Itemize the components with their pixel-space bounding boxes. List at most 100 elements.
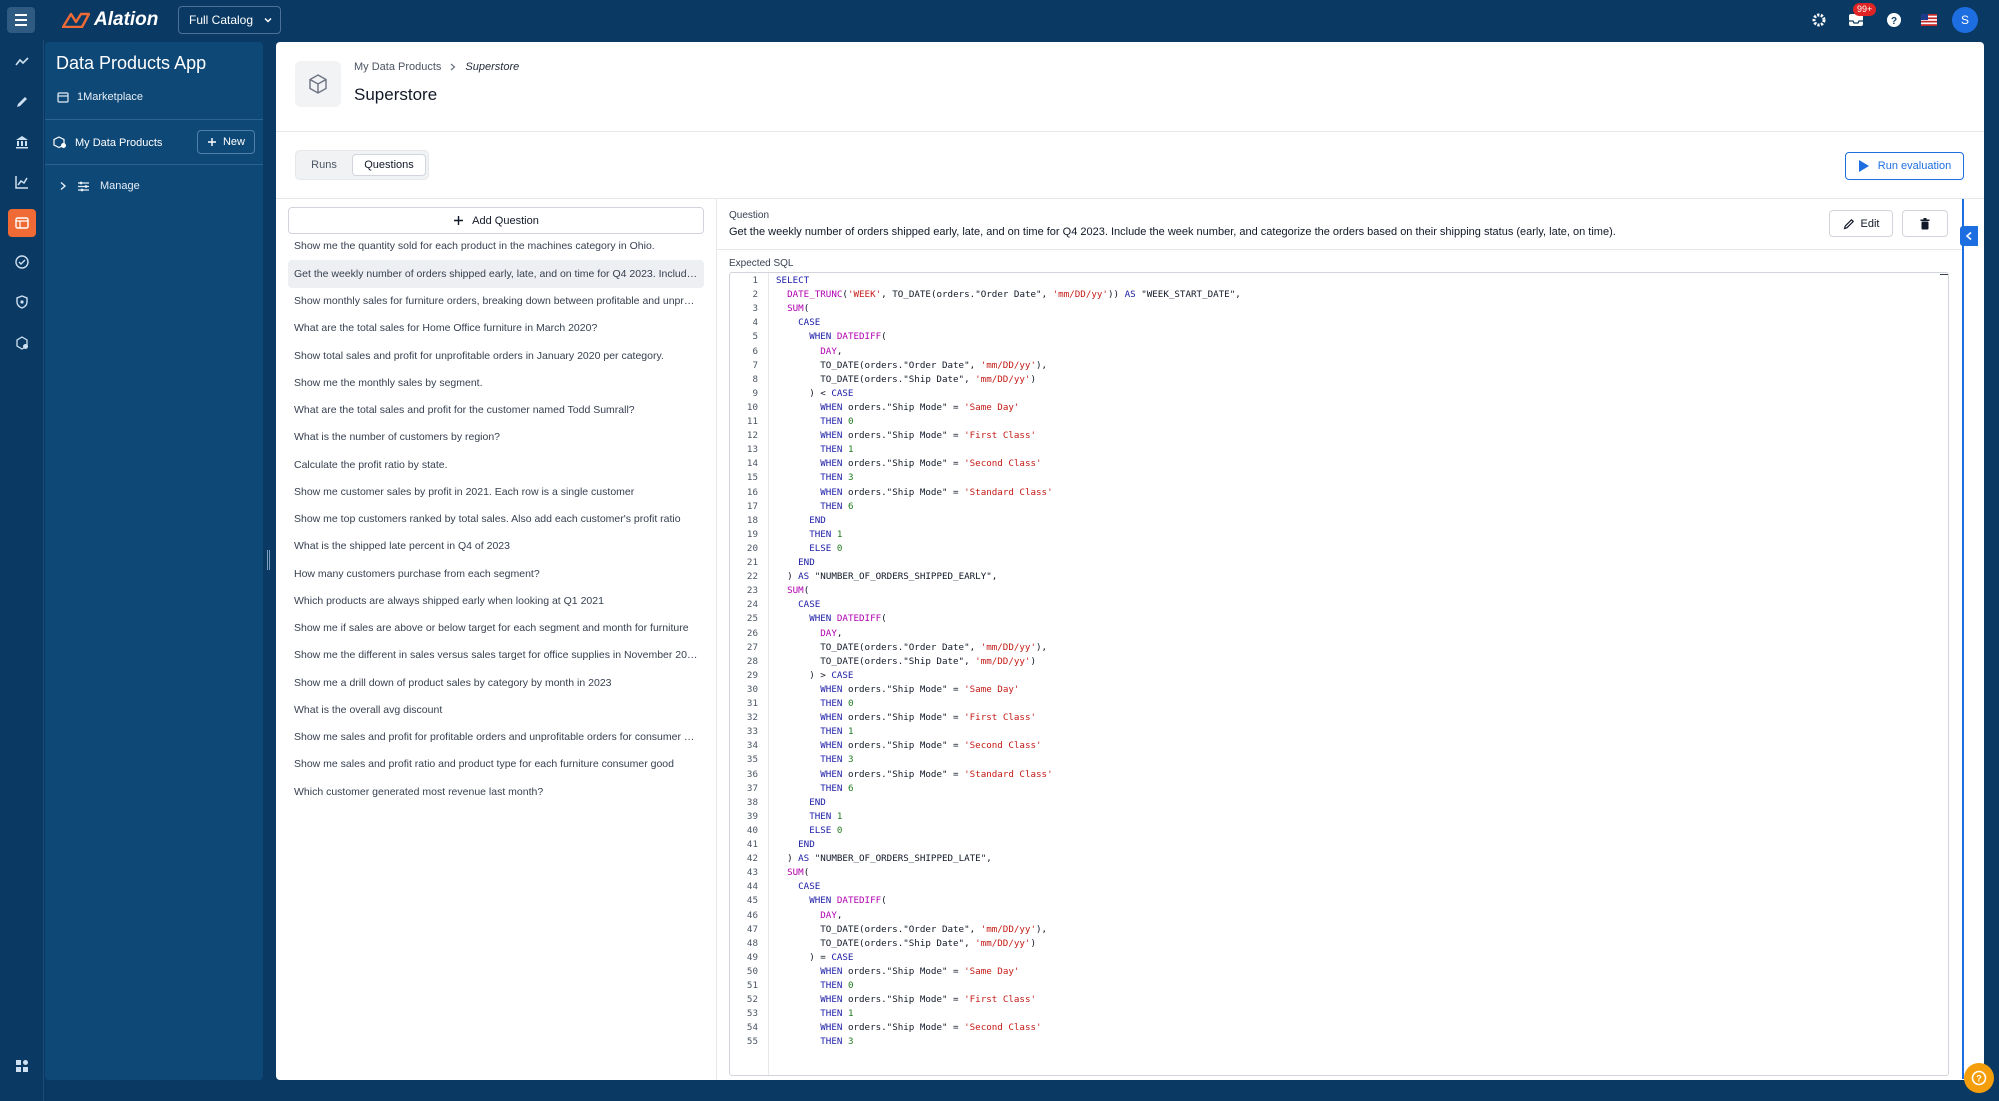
add-question-button[interactable]: Add Question xyxy=(288,207,704,234)
code-text: SUM( xyxy=(787,867,810,879)
line-number: 5 xyxy=(752,331,758,343)
code-text: TO_DATE(orders."Ship Date", 'mm/DD/yy') xyxy=(776,373,1037,385)
line-number: 25 xyxy=(746,613,758,625)
sidebar: Data Products App 1Marketplace My Data P… xyxy=(45,42,263,1080)
question-detail: Question Get the weekly number of orders… xyxy=(717,199,1984,1080)
menu-icon[interactable] xyxy=(7,7,35,33)
line-number: 34 xyxy=(746,740,758,752)
question-item[interactable]: What is the shipped late percent in Q4 o… xyxy=(288,532,704,560)
line-number: 50 xyxy=(746,965,758,977)
help-fab-icon[interactable]: ? xyxy=(1964,1063,1994,1093)
question-item[interactable]: Show me the different in sales versus sa… xyxy=(288,641,704,669)
cube-gear-icon[interactable] xyxy=(8,329,36,357)
question-item[interactable]: Show me the quantity sold for each produ… xyxy=(288,232,704,260)
sidebar-item-manage[interactable]: Manage xyxy=(59,180,140,192)
line-number: 22 xyxy=(746,571,758,583)
line-number: 39 xyxy=(746,810,758,822)
question-list: Add Question Show me the quantity sold f… xyxy=(276,199,716,1080)
question-item[interactable]: Which products are always shipped early … xyxy=(288,587,704,615)
question-item[interactable]: Show me sales and profit ratio and produ… xyxy=(288,750,704,778)
check-circle-icon[interactable] xyxy=(8,248,36,276)
line-number: 27 xyxy=(746,641,758,653)
question-item-selected[interactable]: Get the weekly number of orders shipped … xyxy=(288,260,704,288)
chevron-left-icon[interactable] xyxy=(1960,226,1978,246)
shield-icon[interactable] xyxy=(8,288,36,316)
question-item[interactable]: How many customers purchase from each se… xyxy=(288,560,704,588)
line-number: 41 xyxy=(746,839,758,850)
trash-icon xyxy=(1920,217,1930,229)
question-item[interactable]: What are the total sales and profit for … xyxy=(288,396,704,424)
avatar[interactable]: S xyxy=(1952,7,1978,33)
line-number: 17 xyxy=(746,500,758,512)
apps-grid-icon[interactable] xyxy=(8,1052,36,1080)
trend-icon[interactable] xyxy=(8,48,36,76)
notifications-badge: 99+ xyxy=(1853,3,1877,16)
code-text: TO_DATE(orders."Order Date", 'mm/DD/yy')… xyxy=(776,641,1048,653)
question-item[interactable]: Show me a drill down of product sales by… xyxy=(288,669,704,697)
line-number: 31 xyxy=(746,698,758,709)
question-item[interactable]: Show total sales and profit for unprofit… xyxy=(288,342,704,370)
code-text: THEN 6 xyxy=(820,500,854,512)
line-number: 11 xyxy=(746,416,758,427)
data-products-icon[interactable] xyxy=(8,209,36,237)
bank-icon[interactable] xyxy=(8,128,36,156)
question-item[interactable]: Calculate the profit ratio by state. xyxy=(288,451,704,479)
question-item[interactable]: Show monthly sales for furniture orders,… xyxy=(288,287,704,315)
help-icon[interactable]: ? xyxy=(1883,9,1905,31)
question-item[interactable]: Show me top customers ranked by total sa… xyxy=(288,505,704,533)
code-text: TO_DATE(orders."Order Date", 'mm/DD/yy')… xyxy=(776,359,1048,371)
delete-button[interactable] xyxy=(1902,210,1948,237)
line-number: 20 xyxy=(746,542,758,554)
alation-logo[interactable]: Alation xyxy=(62,8,158,32)
line-number: 49 xyxy=(746,951,758,963)
edit-button[interactable]: Edit xyxy=(1829,210,1893,237)
tab-questions[interactable]: Questions xyxy=(352,154,426,176)
question-item[interactable]: What are the total sales for Home Office… xyxy=(288,314,704,342)
sidebar-item-my-data-products[interactable]: My Data Products xyxy=(53,136,162,149)
code-text: WHEN orders."Ship Mode" = 'Second Class' xyxy=(820,1022,1042,1034)
sql-code-editor[interactable]: 1 SELECT 2 DATE_TRUNC('WEEK', TO_DATE(orde… xyxy=(729,272,1949,1076)
code-text: TO_DATE(orders."Ship Date", 'mm/DD/yy') xyxy=(776,937,1037,949)
pen-icon[interactable] xyxy=(8,88,36,116)
new-label: New xyxy=(222,136,245,148)
chart-icon[interactable] xyxy=(8,168,36,196)
question-item[interactable]: Which customer generated most revenue la… xyxy=(288,778,704,806)
line-number: 4 xyxy=(752,317,758,329)
line-number: 24 xyxy=(746,599,758,611)
code-text: WHEN DATEDIFF( xyxy=(809,895,887,907)
code-text: ) = CASE xyxy=(776,951,854,963)
line-number: 18 xyxy=(746,514,758,526)
line-number: 26 xyxy=(746,627,758,639)
expected-sql-label: Expected SQL xyxy=(729,258,794,269)
line-number: 30 xyxy=(746,683,758,695)
flag-us-icon[interactable] xyxy=(1918,9,1940,31)
code-text: WHEN orders."Ship Mode" = 'Same Day' xyxy=(820,401,1020,413)
code-text: END xyxy=(798,839,815,850)
marketplace-link[interactable]: 1Marketplace xyxy=(57,91,143,103)
question-item[interactable]: What is the number of customers by regio… xyxy=(288,423,704,451)
breadcrumb: My Data Products Superstore xyxy=(354,61,519,73)
code-text: END xyxy=(809,796,826,808)
code-text: WHEN orders."Ship Mode" = 'First Class' xyxy=(820,712,1037,724)
tab-runs[interactable]: Runs xyxy=(299,154,349,176)
question-item[interactable]: Show me the monthly sales by segment. xyxy=(288,369,704,397)
sidebar-resize-handle[interactable] xyxy=(267,550,271,570)
gear-icon[interactable] xyxy=(1808,9,1830,31)
line-number: 14 xyxy=(746,458,758,470)
new-button[interactable]: New xyxy=(197,130,255,154)
line-number: 16 xyxy=(746,486,758,498)
line-number: 37 xyxy=(746,782,758,794)
marketplace-label: 1Marketplace xyxy=(77,91,144,103)
question-item[interactable]: What is the overall avg discount xyxy=(288,696,704,724)
code-text: WHEN orders."Ship Mode" = 'Second Class' xyxy=(820,458,1042,470)
run-evaluation-button[interactable]: Run evaluation xyxy=(1845,152,1964,180)
breadcrumb-parent[interactable]: My Data Products xyxy=(354,61,441,73)
side-panel-edge xyxy=(1962,199,1964,1079)
catalog-selector[interactable]: Full Catalog xyxy=(178,6,281,34)
code-text: SELECT xyxy=(776,275,810,286)
question-item[interactable]: Show me if sales are above or below targ… xyxy=(288,614,704,642)
question-item[interactable]: Show me sales and profit for profitable … xyxy=(288,723,704,751)
collapse-minus-icon[interactable] xyxy=(1940,274,1948,275)
question-item[interactable]: Show me customer sales by profit in 2021… xyxy=(288,478,704,506)
line-number: 55 xyxy=(746,1036,758,1048)
